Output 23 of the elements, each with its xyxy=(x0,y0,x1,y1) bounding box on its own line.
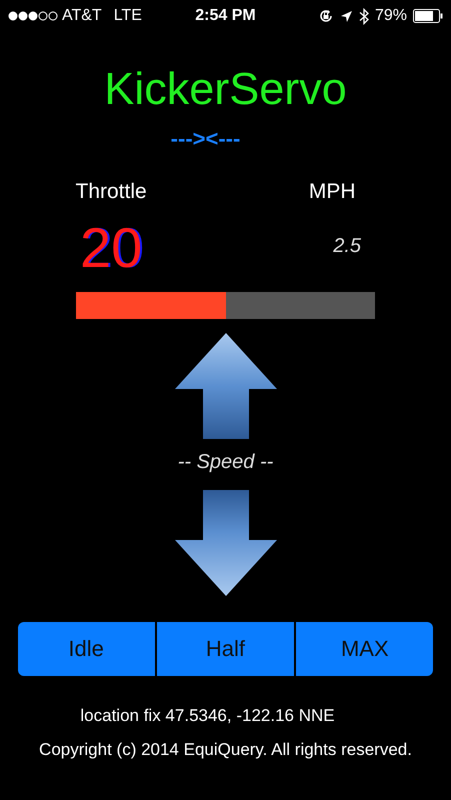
location-arrow-icon xyxy=(340,10,353,22)
speed-label: -- Speed -- xyxy=(178,451,274,474)
gauge-label: MPH xyxy=(308,180,356,204)
gauge-value: 2.5 xyxy=(333,234,362,259)
battery-icon xyxy=(413,9,443,23)
location-text: location fix 47.5346, -122.16 NNE xyxy=(80,706,335,726)
rotation-lock-icon xyxy=(318,8,334,24)
throttle-button[interactable]: Idle xyxy=(18,622,155,676)
copyright-text: Copyright (c) 2014 EquiQuery. All rights reserved. xyxy=(39,740,412,760)
status-time: 2:54 PM xyxy=(195,7,256,25)
network-type: LTE xyxy=(114,7,142,25)
signal-icon xyxy=(8,11,58,21)
up-arrow-icon[interactable] xyxy=(172,331,278,441)
app-title: KickerServo xyxy=(104,62,347,116)
carrier-name: AT&T xyxy=(62,7,102,25)
bluetooth-icon xyxy=(358,8,369,24)
battery-percent: 79% xyxy=(374,7,407,25)
gauge-label: Throttle xyxy=(76,180,147,204)
throttle-button[interactable]: MAX xyxy=(296,622,434,676)
down-arrow-icon[interactable] xyxy=(172,488,278,598)
direction-indicator: ---><--- xyxy=(170,126,240,152)
throttle-button[interactable]: Half xyxy=(156,622,294,676)
gauge-value: 20 xyxy=(80,216,142,280)
